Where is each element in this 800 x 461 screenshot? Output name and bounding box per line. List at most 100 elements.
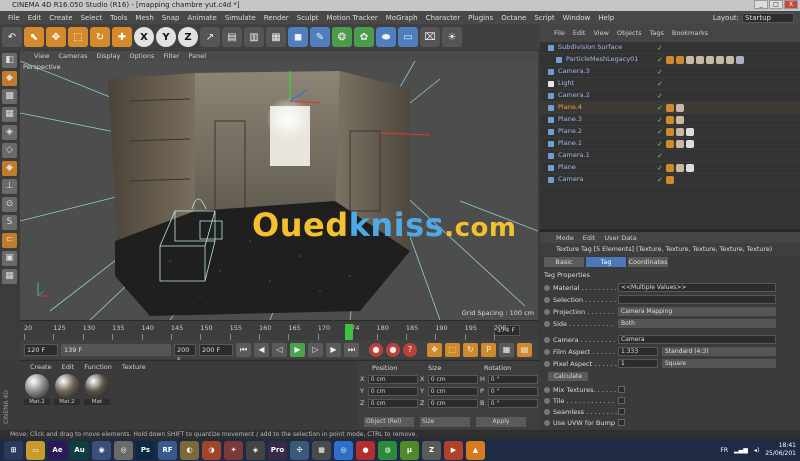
edges-mode-icon[interactable]: ◇ [2,143,17,158]
next-key-icon[interactable]: ▶ [326,342,341,357]
animate-dot-icon[interactable] [544,361,550,367]
object-tag-icon[interactable] [676,140,684,148]
pos-field[interactable]: 0 cm [367,386,418,396]
object-row[interactable]: Light ✓ [540,78,800,90]
object-name[interactable]: Plane.1 [558,139,582,147]
magnet-icon[interactable]: ⊂ [2,233,17,248]
object-row[interactable]: Camera.1 ✓ [540,150,800,162]
object-name[interactable]: Light [558,79,574,87]
render-settings-icon[interactable]: ▦ [266,27,286,47]
visibility-check-icon[interactable]: ✓ [657,140,663,148]
object-tag-icon[interactable] [736,56,744,64]
calculate-button[interactable]: Calculate [548,372,588,381]
object-name[interactable]: Camera.3 [558,67,590,75]
attribute-preset-dropdown[interactable]: Square [662,359,776,368]
pla-key-icon[interactable]: ▦ [499,342,514,357]
media-icon[interactable]: ◐ [180,440,199,460]
make-editable-icon[interactable]: ◧ [2,53,17,68]
visibility-check-icon[interactable]: ✓ [657,44,663,52]
object-tag-icon[interactable] [676,56,684,64]
object-row[interactable]: Camera ✓ [540,174,800,186]
y-axis-icon[interactable]: Y [156,27,176,47]
chrome-icon[interactable]: ◎ [114,440,133,460]
layout-dropdown[interactable]: Startup [742,12,794,23]
animate-dot-icon[interactable] [544,387,550,393]
undo-icon[interactable]: ↶ [2,27,22,47]
add-icon[interactable]: ✚ [112,27,132,47]
visibility-check-icon[interactable]: ✓ [657,116,663,124]
end-frame-field[interactable]: 200 F [199,343,233,356]
object-name[interactable]: Camera.2 [558,91,590,99]
chrome-2-icon[interactable]: ◎ [334,440,353,460]
network-icon[interactable]: ▂▄▆ [734,447,748,454]
attribute-menu-user-data[interactable]: User Data [604,234,636,242]
next-frame-icon[interactable]: ▷ [308,342,323,357]
attribute-value[interactable]: Camera Mapping [618,307,776,316]
cube-icon[interactable]: ◼ [288,27,308,47]
visibility-check-icon[interactable]: ✓ [657,152,663,160]
object-tag-icon[interactable] [686,140,694,148]
attribute-value[interactable]: Both [618,319,776,328]
utorrent-icon[interactable]: μ [400,440,419,460]
light-icon[interactable]: ☀ [442,27,462,47]
size-field[interactable]: 0 cm [427,374,478,384]
rotate-icon[interactable]: ↻ [90,27,110,47]
object-menu-bookmarks[interactable]: Bookmarks [672,29,708,37]
object-row[interactable]: Camera.3 ✓ [540,66,800,78]
visibility-check-icon[interactable]: ✓ [657,80,663,88]
checkbox[interactable] [618,386,625,393]
floor-icon[interactable]: ▭ [398,27,418,47]
range-start-slider[interactable]: 139 F [61,343,171,356]
material-swatch[interactable]: Mat [84,373,110,409]
menu-snap[interactable]: Snap [162,14,180,22]
object-tag-icon[interactable] [666,116,674,124]
visibility-check-icon[interactable]: ✓ [657,164,663,172]
object-row[interactable]: Subdivision Surface ✓ [540,42,800,54]
attribute-menu-mode[interactable]: Mode [556,234,574,242]
tab-tag[interactable]: Tag [586,257,626,267]
go-to-end-icon[interactable]: ⏭ [344,342,359,357]
animate-dot-icon[interactable] [544,297,550,303]
material-menu-texture[interactable]: Texture [122,363,146,371]
position-key-icon[interactable]: ✥ [427,342,442,357]
viewport-menu-cameras[interactable]: Cameras [58,52,87,60]
object-menu-file[interactable]: File [554,29,565,37]
object-name[interactable]: Subdivision Surface [558,43,622,51]
visibility-check-icon[interactable]: ✓ [657,128,663,136]
volume-icon[interactable]: ◂) [754,447,759,454]
snap-icon[interactable]: S [2,215,17,230]
scale-key-icon[interactable]: ⬚ [445,342,460,357]
attribute-menu-edit[interactable]: Edit [583,234,596,242]
size-field[interactable]: 0 cm [427,386,478,396]
menu-character[interactable]: Character [426,14,461,22]
wizard-icon[interactable]: ✦ [224,440,243,460]
clock[interactable]: 18:41 25/06/201 [765,442,796,458]
polygons-mode-icon[interactable]: ◆ [2,161,17,176]
rot-field[interactable]: 0 ° [487,398,538,408]
object-tag-icon[interactable] [726,56,734,64]
range-end-field[interactable]: 200 F [174,343,196,364]
object-tag-icon[interactable] [666,164,674,172]
animate-dot-icon[interactable] [544,409,550,415]
param-key-icon[interactable]: P [481,342,496,357]
menu-edit[interactable]: Edit [28,14,42,22]
object-tag-icon[interactable] [676,104,684,112]
davinci-icon[interactable]: ◈ [246,440,265,460]
object-menu-tags[interactable]: Tags [649,29,663,37]
object-name[interactable]: Plane.2 [558,127,582,135]
z-axis-icon[interactable]: Z [178,27,198,47]
object-row[interactable]: Camera.2 ✓ [540,90,800,102]
record-key-icon[interactable]: ● [369,342,383,357]
pos-field[interactable]: 0 cm [367,374,418,384]
object-row[interactable]: ParticleMeshLegacy01 ✓ [540,54,800,66]
tools-icon[interactable]: ▦ [312,440,331,460]
menu-tools[interactable]: Tools [110,14,127,22]
rot-field[interactable]: 0 ° [487,386,538,396]
object-tag-icon[interactable] [666,140,674,148]
minimize-button[interactable]: _ [754,0,768,9]
material-menu-create[interactable]: Create [30,363,52,371]
object-tag-icon[interactable] [676,128,684,136]
coordinate-system-icon[interactable]: ↗ [200,27,220,47]
object-tag-icon[interactable] [666,56,674,64]
object-menu-edit[interactable]: Edit [573,29,586,37]
